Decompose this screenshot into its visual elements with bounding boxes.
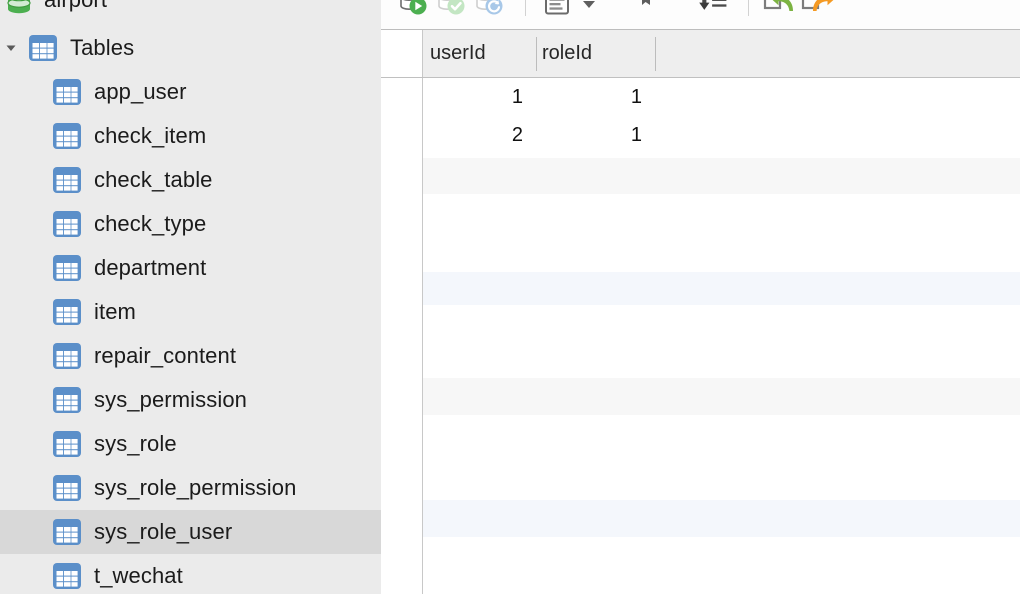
grid-view-icon[interactable] <box>540 0 574 21</box>
column-resize-handle[interactable] <box>536 37 537 71</box>
sidebar-item-check-type[interactable]: check_type <box>0 202 381 246</box>
database-client-window: airport Tables <box>0 0 1020 594</box>
grid-row-stripe <box>381 378 1020 415</box>
column-header-roleId[interactable]: roleId <box>536 30 654 77</box>
tables-group-label: Tables <box>70 35 135 60</box>
data-grid[interactable]: userId roleId 1121 <box>381 30 1020 594</box>
sidebar-item-sys-role-user[interactable]: sys_role_user <box>0 510 381 554</box>
commit-button[interactable] <box>435 0 469 21</box>
table-icon <box>52 341 82 371</box>
cell-userId[interactable]: 1 <box>424 78 535 116</box>
sidebar-item-label: sys_role <box>94 431 177 456</box>
sidebar-item-check-item[interactable]: check_item <box>0 114 381 158</box>
chevron-down-icon[interactable] <box>578 0 600 21</box>
tree-item-tables-group[interactable]: Tables <box>0 26 381 70</box>
table-icon <box>52 561 82 591</box>
sidebar-item-sys-role[interactable]: sys_role <box>0 422 381 466</box>
sidebar-item-sys-permission[interactable]: sys_permission <box>0 378 381 422</box>
sidebar-item-label: app_user <box>94 79 187 104</box>
undo-button[interactable] <box>763 0 797 21</box>
object-tree-sidebar: airport Tables <box>0 0 381 594</box>
table-icon <box>52 209 82 239</box>
column-header-userId[interactable]: userId <box>424 30 535 77</box>
grid-row-stripe <box>381 158 1020 194</box>
sidebar-item-t-wechat[interactable]: t_wechat <box>0 554 381 594</box>
sidebar-item-repair-content[interactable]: repair_content <box>0 334 381 378</box>
table-icon <box>52 473 82 503</box>
sidebar-item-label: item <box>94 299 136 324</box>
sidebar-item-item[interactable]: item <box>0 290 381 334</box>
table-icon <box>52 429 82 459</box>
grid-body[interactable]: 1121 <box>381 78 1020 594</box>
sidebar-item-label: sys_role_user <box>94 519 233 544</box>
table-icon <box>52 253 82 283</box>
table-icon <box>52 77 82 107</box>
sidebar-item-sys-role-permission[interactable]: sys_role_permission <box>0 466 381 510</box>
flag-icon[interactable] <box>629 0 663 21</box>
grid-header-gutter <box>381 30 423 77</box>
table-icon <box>52 297 82 327</box>
cell-userId[interactable]: 2 <box>424 116 535 154</box>
sidebar-item-label: check_table <box>94 167 213 192</box>
sidebar-item-label: sys_role_permission <box>94 475 297 500</box>
cell-roleId[interactable]: 1 <box>536 78 654 116</box>
table-icon <box>52 385 82 415</box>
result-toolbar <box>381 0 1020 30</box>
database-icon <box>6 0 32 15</box>
tree-item-database[interactable]: airport <box>0 0 381 22</box>
grid-row-stripe <box>381 272 1020 305</box>
grid-header-row: userId roleId <box>381 30 1020 78</box>
sidebar-item-label: repair_content <box>94 343 237 368</box>
grid-row-stripe <box>381 500 1020 537</box>
toolbar-separator <box>748 0 749 16</box>
table-row[interactable]: 11 <box>424 78 1020 116</box>
table-icon <box>52 165 82 195</box>
table-list: app_user check_item check_table check_typed… <box>0 70 381 594</box>
table-row[interactable]: 21 <box>424 116 1020 154</box>
sidebar-item-label: t_wechat <box>94 563 183 588</box>
sidebar-item-label: check_item <box>94 123 207 148</box>
database-name-label: airport <box>44 0 107 11</box>
sidebar-item-label: department <box>94 255 207 280</box>
sidebar-item-label: check_type <box>94 211 207 236</box>
rollback-button[interactable] <box>473 0 507 21</box>
result-pane: userId roleId 1121 <box>381 0 1020 594</box>
column-resize-handle[interactable] <box>655 37 656 71</box>
redo-button[interactable] <box>801 0 835 21</box>
grid-row-number-gutter <box>381 78 423 594</box>
tables-folder-icon <box>28 33 58 63</box>
sidebar-item-department[interactable]: department <box>0 246 381 290</box>
chevron-down-icon[interactable] <box>0 42 22 54</box>
table-icon <box>52 121 82 151</box>
cell-roleId[interactable]: 1 <box>536 116 654 154</box>
table-icon <box>52 517 82 547</box>
sidebar-item-check-table[interactable]: check_table <box>0 158 381 202</box>
sidebar-item-app-user[interactable]: app_user <box>0 70 381 114</box>
run-sql-button[interactable] <box>397 0 431 21</box>
toolbar-separator <box>525 0 526 16</box>
sort-down-icon[interactable] <box>696 0 730 21</box>
sidebar-item-label: sys_permission <box>94 387 248 412</box>
